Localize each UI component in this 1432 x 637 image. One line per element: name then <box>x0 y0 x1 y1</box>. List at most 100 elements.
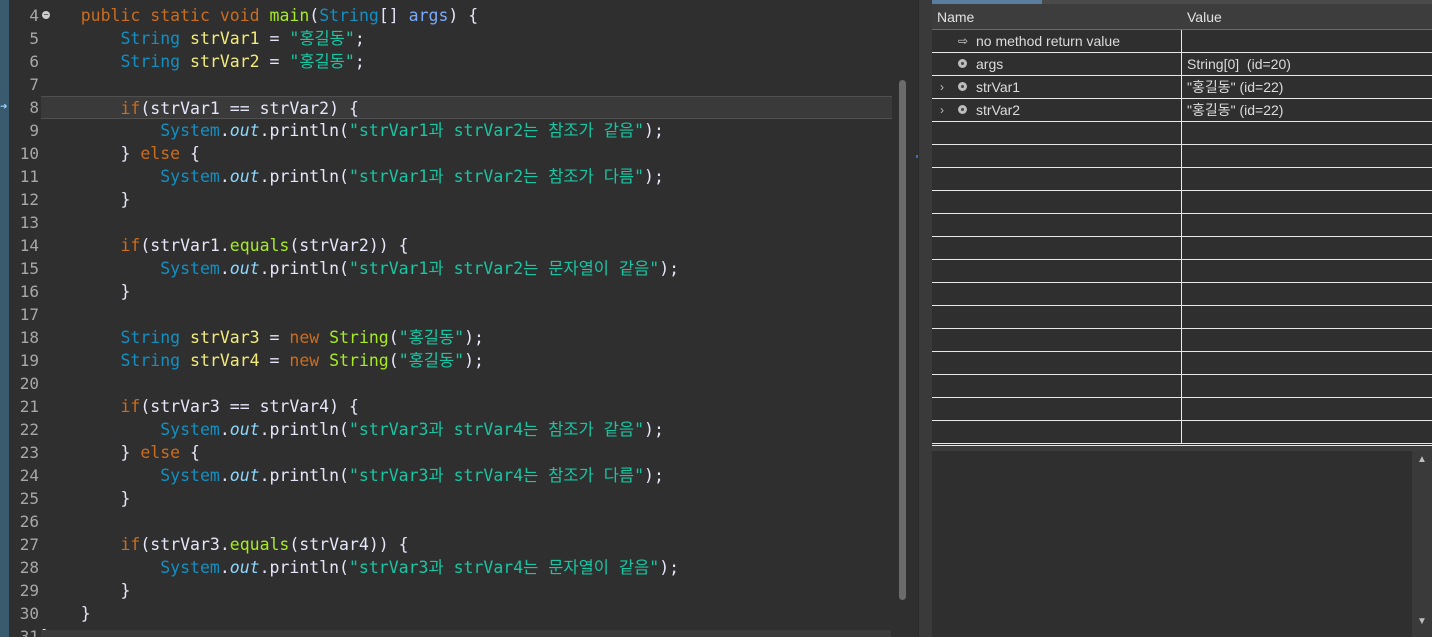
variable-row[interactable]: › strVar1 "홍길동" (id=22) <box>932 76 1432 99</box>
code-line[interactable] <box>41 510 892 533</box>
line-number[interactable]: 5 <box>9 27 39 50</box>
code-token: ; <box>354 29 365 48</box>
code-line[interactable] <box>41 73 892 96</box>
variable-detail-pane[interactable] <box>932 451 1412 637</box>
code-token: . <box>219 259 230 278</box>
variable-row[interactable]: ⇨ no method return value <box>932 30 1432 53</box>
code-line[interactable] <box>41 211 892 234</box>
editor-vertical-scrollbar[interactable] <box>899 80 906 600</box>
code-line[interactable]: } else { <box>41 441 892 464</box>
variable-row[interactable]: args String[0] (id=20) <box>932 53 1432 76</box>
variable-value: "홍길동" (id=22) <box>1187 102 1284 118</box>
code-line[interactable]: System.out.println("strVar1과 strVar2는 참조… <box>41 165 892 188</box>
code-line[interactable]: if(strVar1.equals(strVar2)) { <box>41 234 892 257</box>
code-line[interactable]: String strVar3 = new String("홍길동"); <box>41 326 892 349</box>
code-token: strVar4 <box>190 351 260 370</box>
java-code-editor[interactable]: ➜ 4− 5 6 7 8 9 10 11 12 13 14 15 16 17 18 19 20 21 22 23 24 2… <box>0 0 918 637</box>
line-number[interactable]: 18 <box>9 326 39 349</box>
line-number-text: 29 <box>19 581 39 600</box>
line-number[interactable]: 30 <box>9 602 39 625</box>
line-number[interactable]: 22 <box>9 418 39 441</box>
variable-row[interactable]: › strVar2 "홍길동" (id=22) <box>932 99 1432 122</box>
line-number-text: 19 <box>19 351 39 370</box>
code-token: . <box>259 121 270 140</box>
line-number[interactable]: 6 <box>9 50 39 73</box>
code-token: ; <box>354 52 365 71</box>
empty-variable-row <box>932 237 1432 260</box>
line-number[interactable]: 15 <box>9 257 39 280</box>
line-number[interactable]: 28 <box>9 556 39 579</box>
detail-pane-scrollbar[interactable]: ▲ ▼ <box>1412 451 1432 637</box>
line-number[interactable]: 25 <box>9 487 39 510</box>
code-token: ); <box>644 121 664 140</box>
line-number[interactable]: 23 <box>9 441 39 464</box>
line-number[interactable]: 26 <box>9 510 39 533</box>
expand-chevron-icon[interactable]: › <box>940 99 944 121</box>
code-token: println( <box>269 558 349 577</box>
column-header-name[interactable]: Name <box>937 4 974 29</box>
code-line[interactable]: System.out.println("strVar3과 strVar4는 참조… <box>41 418 892 441</box>
line-number[interactable]: 4− <box>9 4 50 27</box>
code-line[interactable]: System.out.println("strVar1과 strVar2는 참조… <box>41 119 892 142</box>
line-number[interactable]: 9 <box>9 119 39 142</box>
code-token: System <box>160 558 220 577</box>
editor-view-splitter[interactable] <box>918 0 933 637</box>
code-line[interactable]: String strVar1 = "홍길동"; <box>41 27 892 50</box>
code-line[interactable]: System.out.println("strVar3과 strVar4는 참조… <box>41 464 892 487</box>
line-number[interactable]: 12 <box>9 188 39 211</box>
code-line[interactable]: } <box>41 579 892 602</box>
code-line[interactable]: } <box>41 602 892 625</box>
code-line[interactable]: String strVar4 = new String("홍길동"); <box>41 349 892 372</box>
column-header-value[interactable]: Value <box>1187 4 1222 29</box>
column-divider <box>1181 398 1182 420</box>
code-line[interactable]: } <box>41 280 892 303</box>
code-lines[interactable]: public static void main(String[] args) {… <box>41 4 892 637</box>
line-number[interactable]: 14 <box>9 234 39 257</box>
scroll-up-arrow-icon[interactable]: ▲ <box>1417 455 1427 465</box>
code-token: "strVar1과 strVar2는 문자열이 같음" <box>349 259 660 278</box>
code-token: static <box>150 6 210 25</box>
code-token: strVar1 <box>190 29 260 48</box>
code-token: (strVar1 == strVar2) { <box>140 99 359 118</box>
scroll-down-arrow-icon[interactable]: ▼ <box>1417 617 1427 627</box>
code-token: strVar2 <box>190 52 260 71</box>
line-number-text: 14 <box>19 236 39 255</box>
line-number-text: 17 <box>19 305 39 324</box>
line-number[interactable]: 16 <box>9 280 39 303</box>
line-number[interactable]: 29 <box>9 579 39 602</box>
line-number[interactable]: 27 <box>9 533 39 556</box>
code-line-current[interactable]: if(strVar1 == strVar2) { <box>41 96 892 119</box>
line-number-text: 28 <box>19 558 39 577</box>
line-number[interactable]: 20 <box>9 372 39 395</box>
code-token: strVar3 <box>190 328 260 347</box>
line-number[interactable]: 21 <box>9 395 39 418</box>
code-line[interactable]: System.out.println("strVar1과 strVar2는 문자… <box>41 257 892 280</box>
code-token: "홍길동" <box>398 351 465 370</box>
code-token: println( <box>269 259 349 278</box>
line-number[interactable]: 31 <box>9 625 39 637</box>
code-line[interactable]: if(strVar3 == strVar4) { <box>41 395 892 418</box>
code-line[interactable]: } <box>41 188 892 211</box>
code-line[interactable]: System.out.println("strVar3과 strVar4는 문자… <box>41 556 892 579</box>
code-line[interactable] <box>41 303 892 326</box>
line-number[interactable]: 7 <box>9 73 39 96</box>
empty-variable-row <box>932 168 1432 191</box>
line-number[interactable]: 13 <box>9 211 39 234</box>
code-line[interactable]: String strVar2 = "홍길동"; <box>41 50 892 73</box>
code-line[interactable]: } <box>41 487 892 510</box>
line-number[interactable]: 24 <box>9 464 39 487</box>
editor-horizontal-scrollbar[interactable] <box>41 630 891 637</box>
line-number[interactable]: 10 <box>9 142 39 165</box>
line-number[interactable]: 19 <box>9 349 39 372</box>
expand-chevron-icon[interactable]: › <box>940 76 944 98</box>
line-number[interactable]: 17 <box>9 303 39 326</box>
code-line[interactable]: public static void main(String[] args) { <box>41 4 892 27</box>
code-line[interactable] <box>41 372 892 395</box>
code-token: } <box>41 604 91 623</box>
code-line[interactable]: if(strVar3.equals(strVar4)) { <box>41 533 892 556</box>
code-line[interactable]: } else { <box>41 142 892 165</box>
line-number[interactable]: 11 <box>9 165 39 188</box>
line-number[interactable]: 8 <box>9 96 39 119</box>
